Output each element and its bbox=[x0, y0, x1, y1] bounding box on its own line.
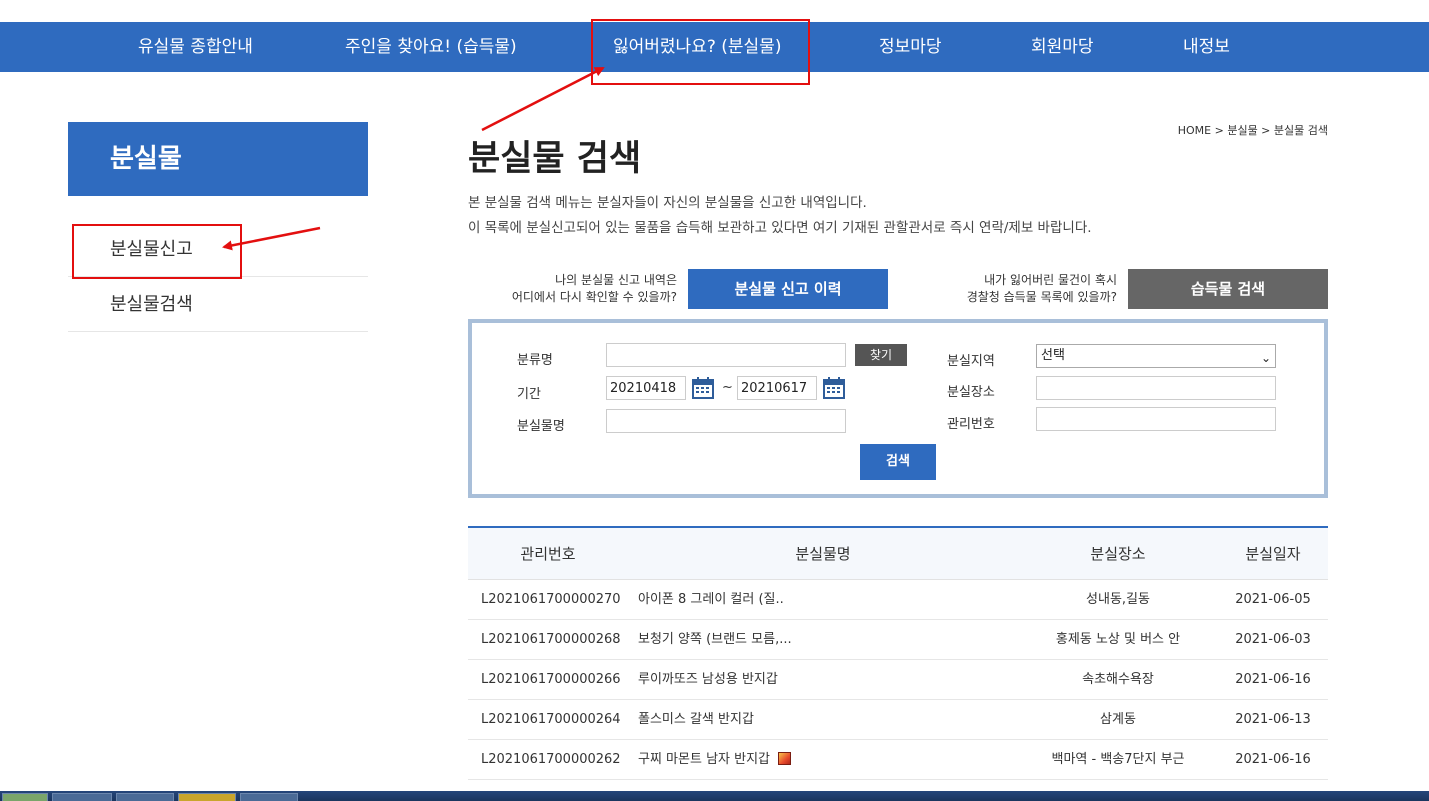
cell-id: L2021061700000270 bbox=[481, 592, 621, 607]
nav-item-my-info[interactable]: 내정보 bbox=[1183, 22, 1230, 72]
image-thumbnail-icon bbox=[778, 752, 791, 765]
table-row[interactable]: L2021061700000270 아이폰 8 그레이 컬러 (질.. 성내동,… bbox=[468, 580, 1328, 620]
period-label: 기간 bbox=[517, 387, 541, 402]
table-row[interactable]: L2021061700000268 보청기 양쪽 (브랜드 모름,... 홍제동… bbox=[468, 620, 1328, 660]
item-name-label: 분실물명 bbox=[517, 419, 565, 434]
cell-name[interactable]: 폴스미스 갈색 반지갑 bbox=[638, 700, 1008, 740]
lost-report-history-button[interactable]: 분실물 신고 이력 bbox=[688, 269, 888, 309]
nav-item-member[interactable]: 회원마당 bbox=[1031, 22, 1094, 72]
column-header-id: 관리번호 bbox=[520, 545, 576, 563]
cell-name-wrap[interactable]: 구찌 마몬트 남자 반지갑 bbox=[638, 740, 1008, 780]
column-header-name: 분실물명 bbox=[795, 545, 851, 563]
cell-place: 백마역 - 백송7단지 부근 bbox=[1051, 752, 1185, 767]
taskbar-button[interactable] bbox=[240, 793, 298, 801]
table-header: 관리번호 분실물명 분실장소 분실일자 bbox=[468, 528, 1328, 580]
item-name-input[interactable] bbox=[606, 409, 846, 433]
breadcrumb: HOME > 분실물 > 분실물 검색 bbox=[1177, 124, 1328, 137]
quick-right-text-line-1: 내가 잃어버린 물건이 혹시 bbox=[984, 273, 1117, 287]
region-select-value: 선택 bbox=[1041, 348, 1065, 363]
quick-right-text-line-2: 경찰청 습득물 목록에 있을까? bbox=[966, 290, 1117, 304]
cell-place: 삼계동 bbox=[1100, 712, 1136, 727]
annotation-arrow-to-nav bbox=[481, 66, 605, 132]
taskbar-button[interactable] bbox=[178, 793, 236, 801]
nav-item-guide[interactable]: 유실물 종합안내 bbox=[138, 22, 253, 72]
date-to-input[interactable] bbox=[737, 376, 817, 400]
taskbar-button[interactable] bbox=[52, 793, 112, 801]
cell-name[interactable]: 아이폰 8 그레이 컬러 (질.. bbox=[638, 580, 1008, 620]
cell-name: 구찌 마몬트 남자 반지갑 bbox=[638, 752, 770, 767]
cell-date: 2021-06-13 bbox=[1235, 712, 1311, 727]
cell-date: 2021-06-16 bbox=[1235, 672, 1311, 687]
manage-no-label: 관리번호 bbox=[947, 417, 995, 432]
column-header-place: 분실장소 bbox=[1090, 545, 1146, 563]
cell-date: 2021-06-16 bbox=[1235, 752, 1311, 767]
cell-name[interactable]: 루이까또즈 남성용 반지갑 bbox=[638, 660, 1008, 700]
description-line-2: 이 목록에 분실신고되어 있는 물품을 습득해 보관하고 있다면 여기 기재된 … bbox=[468, 220, 1092, 236]
cell-date: 2021-06-03 bbox=[1235, 632, 1311, 647]
place-input[interactable] bbox=[1036, 376, 1276, 400]
table-row[interactable]: L2021061700000264 폴스미스 갈색 반지갑 삼계동 2021-0… bbox=[468, 700, 1328, 740]
sidebar-item-search-lost[interactable]: 분실물검색 bbox=[68, 277, 368, 332]
quick-left-text: 나의 분실물 신고 내역은 어디에서 다시 확인할 수 있을까? bbox=[512, 272, 677, 306]
nav-item-lost-items[interactable]: 잃어버렸나요? (분실물) bbox=[613, 22, 781, 72]
cell-place: 홍제동 노상 및 버스 안 bbox=[1055, 632, 1181, 647]
taskbar-button[interactable] bbox=[2, 793, 48, 801]
calendar-icon[interactable] bbox=[822, 376, 846, 400]
search-button[interactable]: 검색 bbox=[860, 444, 936, 480]
table-row[interactable]: L2021061700000266 루이까또즈 남성용 반지갑 속초해수욕장 2… bbox=[468, 660, 1328, 700]
sidebar-title: 분실물 bbox=[68, 122, 368, 196]
results-table: 관리번호 분실물명 분실장소 분실일자 L2021061700000270 아이… bbox=[468, 526, 1328, 780]
manage-no-input[interactable] bbox=[1036, 407, 1276, 431]
chevron-down-icon: ⌄ bbox=[1260, 351, 1271, 365]
date-separator: ~ bbox=[722, 380, 733, 395]
cell-id: L2021061700000262 bbox=[481, 752, 621, 767]
cell-place: 속초해수욕장 bbox=[1082, 672, 1154, 687]
nav-item-found-items[interactable]: 주인을 찾아요! (습득물) bbox=[345, 22, 517, 72]
page-title: 분실물 검색 bbox=[468, 139, 642, 179]
cell-id: L2021061700000264 bbox=[481, 712, 621, 727]
column-header-date: 분실일자 bbox=[1245, 545, 1301, 563]
found-items-search-button[interactable]: 습득물 검색 bbox=[1128, 269, 1328, 309]
calendar-icon[interactable] bbox=[691, 376, 715, 400]
find-category-button[interactable]: 찾기 bbox=[855, 344, 907, 366]
quick-left-text-line-1: 나의 분실물 신고 내역은 bbox=[555, 273, 677, 287]
cell-date: 2021-06-05 bbox=[1235, 592, 1311, 607]
region-label: 분실지역 bbox=[947, 354, 995, 369]
top-navigation: 유실물 종합안내 주인을 찾아요! (습득물) 잃어버렸나요? (분실물) 정보… bbox=[0, 22, 1429, 72]
category-label: 분류명 bbox=[517, 353, 553, 368]
region-select[interactable]: 선택 ⌄ bbox=[1036, 344, 1276, 368]
cell-name[interactable]: 보청기 양쪽 (브랜드 모름,... bbox=[638, 620, 1008, 660]
os-taskbar bbox=[0, 791, 1429, 801]
taskbar-button[interactable] bbox=[116, 793, 174, 801]
nav-item-info[interactable]: 정보마당 bbox=[879, 22, 942, 72]
sidebar-item-report-lost[interactable]: 분실물신고 bbox=[68, 222, 368, 277]
table-row[interactable]: L2021061700000262 구찌 마몬트 남자 반지갑 백마역 - 백송… bbox=[468, 740, 1328, 780]
search-form: 분류명 찾기 기간 ~ 분실물명 분실지역 선택 ⌄ 분실장소 관리번호 검색 bbox=[468, 319, 1328, 498]
cell-place: 성내동,길동 bbox=[1086, 592, 1150, 607]
quick-right-text: 내가 잃어버린 물건이 혹시 경찰청 습득물 목록에 있을까? bbox=[967, 272, 1117, 306]
cell-id: L2021061700000266 bbox=[481, 672, 621, 687]
date-from-input[interactable] bbox=[606, 376, 686, 400]
cell-id: L2021061700000268 bbox=[481, 632, 621, 647]
place-label: 분실장소 bbox=[947, 385, 995, 400]
description-line-1: 본 분실물 검색 메뉴는 분실자들이 자신의 분실물을 신고한 내역입니다. bbox=[468, 195, 867, 211]
quick-left-text-line-2: 어디에서 다시 확인할 수 있을까? bbox=[511, 290, 677, 304]
category-input[interactable] bbox=[606, 343, 846, 367]
